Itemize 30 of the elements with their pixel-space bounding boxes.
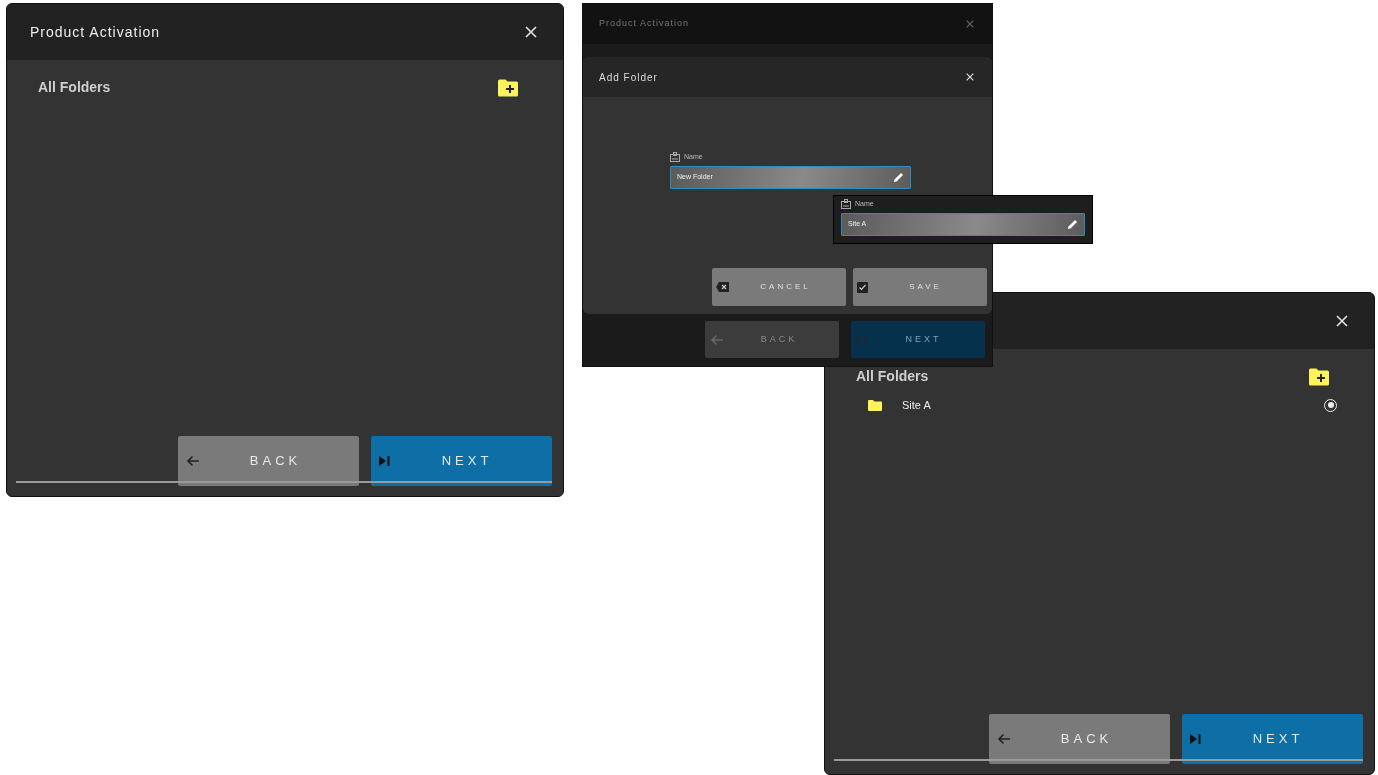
next-button[interactable]: NEXT <box>1182 714 1363 764</box>
folder-add-icon[interactable] <box>497 78 519 97</box>
cancel-button[interactable]: CANCEL <box>712 268 846 306</box>
next-button[interactable]: NEXT <box>851 321 985 358</box>
id-badge-icon <box>670 152 680 163</box>
folder-icon <box>868 399 882 411</box>
folder-add-icon[interactable] <box>1308 367 1330 386</box>
id-badge-icon <box>841 199 851 210</box>
folder-name: Site A <box>902 398 931 413</box>
section-heading: All Folders <box>38 78 111 97</box>
save-button[interactable]: SAVE <box>853 268 987 306</box>
back-button[interactable]: BACK <box>989 714 1170 764</box>
skip-forward-icon <box>379 456 390 466</box>
folder-row[interactable]: Site A <box>856 397 1337 414</box>
window-title: Product Activation <box>30 22 161 42</box>
arrow-left-icon <box>186 455 200 467</box>
skip-forward-icon <box>856 334 867 345</box>
arrow-left-icon <box>997 733 1011 745</box>
back-button[interactable]: BACK <box>705 321 839 358</box>
dialog-title: Add Folder <box>599 70 658 85</box>
backspace-icon <box>716 282 729 292</box>
section-heading: All Folders <box>856 367 929 386</box>
pencil-icon <box>1068 219 1078 229</box>
pencil-icon <box>894 172 904 182</box>
next-button[interactable]: NEXT <box>371 436 552 486</box>
window-title: Product Activation <box>599 17 690 31</box>
back-button[interactable]: BACK <box>178 436 359 486</box>
checkbox-icon <box>857 281 868 293</box>
skip-forward-icon <box>1190 734 1201 744</box>
arrow-left-icon <box>710 333 724 346</box>
